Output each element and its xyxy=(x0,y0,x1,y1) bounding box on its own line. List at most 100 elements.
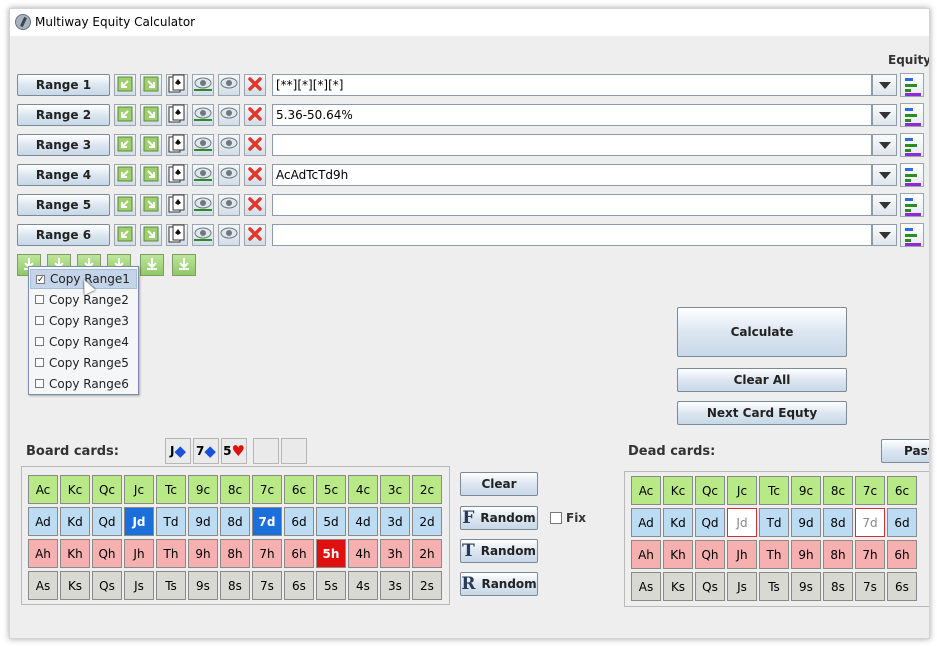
eye-plain-button[interactable] xyxy=(218,194,240,216)
fix-checkbox[interactable] xyxy=(550,512,562,524)
eye-button[interactable] xyxy=(192,194,214,216)
card-6h[interactable]: 6h xyxy=(284,539,314,568)
dead-card-9d[interactable]: 9d xyxy=(791,508,821,537)
copy-range-menu-item[interactable]: Copy Range5 xyxy=(30,353,137,373)
copy-to-board-button[interactable] xyxy=(114,134,136,156)
card-7c[interactable]: 7c xyxy=(252,475,282,504)
dead-card-6h[interactable]: 6h xyxy=(887,540,917,569)
dead-card-9s[interactable]: 9s xyxy=(791,572,821,601)
paste-button[interactable]: Past xyxy=(881,439,929,463)
range-6-stats-button[interactable] xyxy=(900,223,924,247)
range-1-stats-button[interactable] xyxy=(900,73,924,97)
dead-card-9h[interactable]: 9h xyxy=(791,540,821,569)
copy-range-down-button[interactable] xyxy=(140,254,164,276)
dead-card-Ah[interactable]: Ah xyxy=(631,540,661,569)
range-4-stats-button[interactable] xyxy=(900,163,924,187)
menu-checkbox[interactable] xyxy=(35,337,44,346)
copy-to-board-button[interactable] xyxy=(114,104,136,126)
range-6-button[interactable]: Range 6 xyxy=(17,224,110,246)
cards-button[interactable] xyxy=(166,134,188,156)
card-Js[interactable]: Js xyxy=(124,571,154,600)
dead-card-Kc[interactable]: Kc xyxy=(663,476,693,505)
delete-button[interactable] xyxy=(244,104,266,126)
copy-to-board-button[interactable] xyxy=(114,164,136,186)
dead-card-Js[interactable]: Js xyxy=(727,572,757,601)
card-6c[interactable]: 6c xyxy=(284,475,314,504)
copy-from-board-button[interactable] xyxy=(140,164,162,186)
card-4s[interactable]: 4s xyxy=(348,571,378,600)
dead-card-8s[interactable]: 8s xyxy=(823,572,853,601)
card-Jc[interactable]: Jc xyxy=(124,475,154,504)
range-3-input[interactable] xyxy=(272,134,872,156)
eye-button[interactable] xyxy=(192,224,214,246)
dead-card-Jc[interactable]: Jc xyxy=(727,476,757,505)
range-5-button[interactable]: Range 5 xyxy=(17,194,110,216)
board-card-slot[interactable]: J ◆ xyxy=(165,438,191,464)
card-7h[interactable]: 7h xyxy=(252,539,282,568)
dead-card-7s[interactable]: 7s xyxy=(855,572,885,601)
range-6-dropdown-arrow[interactable] xyxy=(872,224,897,246)
menu-checkbox[interactable] xyxy=(35,379,44,388)
board-card-slot-empty[interactable] xyxy=(253,438,279,464)
eye-plain-button[interactable] xyxy=(218,224,240,246)
card-Td[interactable]: Td xyxy=(156,507,186,536)
dead-card-Qc[interactable]: Qc xyxy=(695,476,725,505)
clear-all-button[interactable]: Clear All xyxy=(677,368,847,392)
random-t-button[interactable]: T Random xyxy=(460,539,538,563)
range-4-input[interactable]: AcAdTcTd9h xyxy=(272,164,872,186)
card-Qd[interactable]: Qd xyxy=(92,507,122,536)
card-3h[interactable]: 3h xyxy=(380,539,410,568)
card-2s[interactable]: 2s xyxy=(412,571,442,600)
range-5-dropdown-arrow[interactable] xyxy=(872,194,897,216)
dead-card-7d[interactable]: 7d xyxy=(855,508,885,537)
range-2-dropdown-arrow[interactable] xyxy=(872,104,897,126)
copy-range-down-button[interactable] xyxy=(172,254,196,276)
dead-card-Kd[interactable]: Kd xyxy=(663,508,693,537)
card-Ks[interactable]: Ks xyxy=(60,571,90,600)
dead-card-Td[interactable]: Td xyxy=(759,508,789,537)
dead-card-Tc[interactable]: Tc xyxy=(759,476,789,505)
cards-button[interactable] xyxy=(166,164,188,186)
card-7s[interactable]: 7s xyxy=(252,571,282,600)
dead-card-Qs[interactable]: Qs xyxy=(695,572,725,601)
card-8c[interactable]: 8c xyxy=(220,475,250,504)
card-7d[interactable]: 7d xyxy=(252,507,282,536)
card-2c[interactable]: 2c xyxy=(412,475,442,504)
range-2-button[interactable]: Range 2 xyxy=(17,104,110,126)
card-5c[interactable]: 5c xyxy=(316,475,346,504)
card-Qc[interactable]: Qc xyxy=(92,475,122,504)
board-card-slot[interactable]: 7 ◆ xyxy=(193,438,219,464)
range-3-button[interactable]: Range 3 xyxy=(17,134,110,156)
eye-button[interactable] xyxy=(192,134,214,156)
dead-card-Ts[interactable]: Ts xyxy=(759,572,789,601)
dead-card-Kh[interactable]: Kh xyxy=(663,540,693,569)
card-2h[interactable]: 2h xyxy=(412,539,442,568)
card-4d[interactable]: 4d xyxy=(348,507,378,536)
card-Kd[interactable]: Kd xyxy=(60,507,90,536)
board-card-slot[interactable]: 5 ♥ xyxy=(221,438,247,464)
card-4c[interactable]: 4c xyxy=(348,475,378,504)
random-r-button[interactable]: R Random xyxy=(460,572,538,596)
range-1-input[interactable]: [**][*][*][*] xyxy=(272,74,872,96)
board-card-slot-empty[interactable] xyxy=(281,438,307,464)
eye-plain-button[interactable] xyxy=(218,104,240,126)
delete-button[interactable] xyxy=(244,164,266,186)
menu-checkbox[interactable] xyxy=(35,316,44,325)
range-3-stats-button[interactable] xyxy=(900,133,924,157)
card-5d[interactable]: 5d xyxy=(316,507,346,536)
card-Qs[interactable]: Qs xyxy=(92,571,122,600)
eye-button[interactable] xyxy=(192,104,214,126)
card-Jd[interactable]: Jd xyxy=(124,507,154,536)
clear-board-button[interactable]: Clear xyxy=(460,472,538,496)
card-9d[interactable]: 9d xyxy=(188,507,218,536)
delete-button[interactable] xyxy=(244,134,266,156)
card-Qh[interactable]: Qh xyxy=(92,539,122,568)
card-8d[interactable]: 8d xyxy=(220,507,250,536)
dead-card-6s[interactable]: 6s xyxy=(887,572,917,601)
cards-button[interactable] xyxy=(166,74,188,96)
card-9c[interactable]: 9c xyxy=(188,475,218,504)
copy-to-board-button[interactable] xyxy=(114,74,136,96)
dead-card-Qh[interactable]: Qh xyxy=(695,540,725,569)
card-As[interactable]: As xyxy=(28,571,58,600)
card-8h[interactable]: 8h xyxy=(220,539,250,568)
